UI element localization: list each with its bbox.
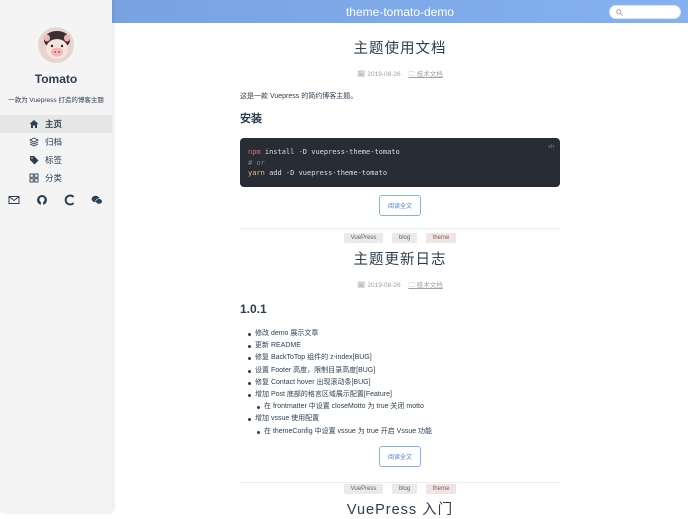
read-more-row: 阅读全文 (240, 445, 560, 467)
sidebar-item-label: 归档 (45, 137, 63, 147)
tag-theme[interactable]: theme (425, 233, 457, 243)
code-line: npm install -D vuepress-theme-tomato (248, 147, 552, 158)
read-more-button[interactable]: 阅读全文 (378, 445, 421, 467)
site-name[interactable]: Tomato (0, 72, 112, 86)
post-card: 主题使用文档 🗓 2019-08-26 🗀 技术文档 这是一款 Vuepress… (240, 37, 560, 244)
changelog-list: 修改 demo 展示文章 更新 README 修复 BackToTop 组件的 … (240, 328, 560, 438)
tag-vuepress[interactable]: VuePress (343, 483, 384, 494)
list-item: 修改 demo 展示文章 (248, 328, 560, 340)
archive-icon (29, 137, 39, 147)
top-navbar: theme-tomato-demo (112, 0, 688, 23)
site-description: 一款为 Vuepress 打造的博客主题 (8, 97, 104, 104)
code-args: add -D vuepress-theme-tomato (264, 169, 388, 177)
tag-blog[interactable]: blog (391, 233, 418, 243)
sidebar-item-categories[interactable]: 分类 (0, 169, 112, 187)
post-title[interactable]: 主题使用文档 (240, 37, 560, 58)
post-tags: VuePress blog theme (240, 477, 560, 495)
list-item: 设置 Footer 高度，限制目录高度[BUG] (248, 365, 560, 377)
list-item: 修复 BackToTop 组件的 z-index[BUG] (248, 352, 560, 364)
code-args: install -D vuepress-theme-tomato (260, 148, 400, 156)
sidebar-item-label: 主页 (45, 119, 63, 129)
coding-icon[interactable] (64, 194, 76, 206)
tag-blog[interactable]: blog (391, 483, 418, 494)
post-date: 2019-08-26 (367, 71, 401, 78)
post-intro: 这是一款 Vuepress 的简约博客主题。 (240, 93, 358, 100)
code-comment: # or (248, 158, 265, 167)
post-heading: 安装 (240, 113, 262, 125)
mail-icon[interactable] (8, 194, 20, 206)
folder-icon: 🗀 (408, 71, 415, 78)
post-divider (240, 482, 560, 483)
list-item: 增加 vssue 使用配置 (248, 413, 560, 425)
avatar[interactable] (38, 27, 74, 63)
home-icon (29, 120, 39, 128)
calendar-icon: 🗓 (357, 71, 366, 78)
post-heading: 1.0.1 (240, 302, 267, 316)
sidebar: Tomato 一款为 Vuepress 打造的博客主题 主页 归档 标签 分类 (0, 0, 112, 512)
post-meta: 🗓 2019-08-26 🗀 技术文档 (240, 279, 560, 292)
tag-vuepress[interactable]: VuePress (343, 233, 384, 243)
code-command: npm (248, 148, 261, 156)
search-input[interactable] (609, 5, 681, 19)
post-card: 主题更新日志 🗓 2019-08-26 🗀 技术文档 1.0.1 修改 demo… (240, 248, 560, 495)
code-block: sh npm install -D vuepress-theme-tomato … (240, 138, 560, 187)
post-meta: 🗓 2019-08-26 🗀 技术文档 (240, 68, 560, 81)
sidebar-nav: 主页 归档 标签 分类 (0, 115, 112, 187)
post-category-label: 技术文档 (416, 282, 443, 289)
list-item: 增加 Post 底部的格言区域展示配置[Feature] (248, 389, 560, 401)
post-date: 2019-08-26 (367, 282, 401, 289)
post-divider (240, 228, 560, 229)
sidebar-item-tags[interactable]: 标签 (0, 151, 112, 169)
search-icon (616, 9, 623, 16)
sidebar-item-label: 分类 (45, 173, 63, 183)
avatar-image (39, 28, 73, 62)
list-item: 在 frontmatter 中设置 closeMotto 为 true 关闭 m… (249, 401, 560, 413)
list-item: 更新 README (248, 340, 560, 352)
read-more-row: 阅读全文 (240, 195, 560, 216)
social-links (0, 192, 112, 208)
header-title[interactable]: theme-tomato-demo (112, 5, 688, 19)
post-title[interactable]: 主题更新日志 (240, 248, 560, 269)
code-lang: sh (547, 144, 554, 150)
post-category-label: 技术文档 (416, 71, 443, 78)
main-content: 主题使用文档 🗓 2019-08-26 🗀 技术文档 这是一款 Vuepress… (112, 23, 688, 518)
post-card: VuePress 入门 (240, 498, 560, 519)
code-line: yarn add -D vuepress-theme-tomato (248, 168, 552, 179)
code-line: # or (248, 158, 552, 169)
post-title[interactable]: VuePress 入门 (240, 498, 560, 519)
wechat-icon[interactable] (91, 194, 103, 206)
read-more-button[interactable]: 阅读全文 (378, 195, 421, 216)
code-command: yarn (248, 169, 265, 177)
list-item: 在 themeConfig 中设置 vssue 为 true 开启 Vssue … (249, 426, 560, 438)
folder-icon: 🗀 (408, 282, 415, 289)
list-item: 修复 Contact hover 出现滚动条[BUG] (248, 377, 560, 389)
folder-icon (29, 173, 39, 183)
calendar-icon: 🗓 (357, 282, 366, 289)
post-category[interactable]: 🗀 技术文档 (408, 282, 442, 289)
sidebar-item-archive[interactable]: 归档 (0, 133, 112, 151)
github-icon[interactable] (36, 194, 48, 206)
sidebar-item-home[interactable]: 主页 (0, 115, 112, 133)
sidebar-item-label: 标签 (45, 155, 63, 165)
tag-theme[interactable]: theme (425, 483, 457, 494)
tag-icon (30, 156, 39, 165)
post-category[interactable]: 🗀 技术文档 (408, 71, 442, 78)
